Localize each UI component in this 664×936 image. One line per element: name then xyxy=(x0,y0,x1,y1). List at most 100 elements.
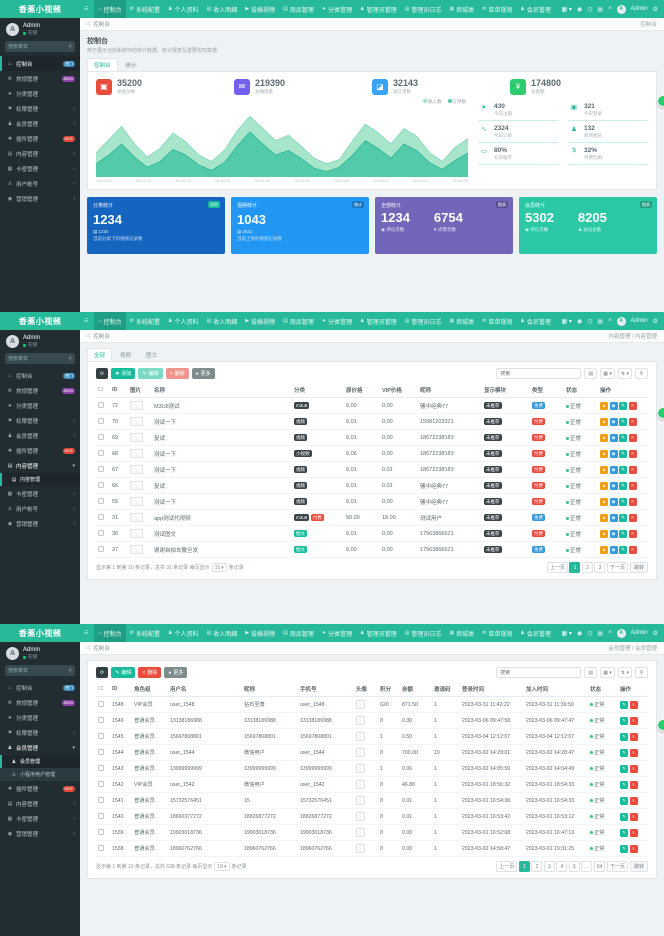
column-header[interactable]: 操作 xyxy=(618,682,648,697)
page-button[interactable]: 上一页 xyxy=(547,562,568,573)
preview-action-button[interactable]: ◉ xyxy=(610,402,618,410)
table-row[interactable]: 1544 普通会员 user_1544 微信用户 user_1544 ◦ 0 7… xyxy=(96,745,648,761)
row-checkbox[interactable] xyxy=(98,482,104,488)
delete-action-button[interactable]: × xyxy=(630,733,638,741)
clock-icon[interactable]: ◷ xyxy=(587,318,592,325)
sidebar-item[interactable]: ▤ 内容管理 ‹ xyxy=(0,146,80,161)
columns-icon[interactable]: ▦ ▾ xyxy=(600,667,615,678)
tab[interactable]: 全部 xyxy=(87,348,112,361)
table-row[interactable]: 69 ◦ 复试 视频 0.01 0.00 18672238183 未推荐 付费 xyxy=(96,430,648,446)
delete-action-button[interactable]: × xyxy=(630,717,638,725)
row-checkbox[interactable] xyxy=(98,765,104,771)
row-checkbox[interactable] xyxy=(98,546,104,552)
column-header[interactable]: ☐ xyxy=(96,682,110,697)
sort-action-button[interactable]: ▲ xyxy=(600,546,608,554)
edit-action-button[interactable]: ✎ xyxy=(620,717,628,725)
sidebar-item[interactable]: ➤ 分类管理 xyxy=(0,86,80,101)
sidebar-item[interactable]: ➤ 分类管理 xyxy=(0,710,80,725)
page-button[interactable]: 上一页 xyxy=(496,861,517,872)
row-checkbox[interactable] xyxy=(98,813,104,819)
nav-tab[interactable]: ▦ 商城类 xyxy=(445,0,478,18)
table-row[interactable]: 72 ◦ M3U8测试 m3u8 0.00 0.00 骚中经典77 未推荐 免费 xyxy=(96,398,648,414)
tab[interactable]: 视频 xyxy=(113,348,138,361)
delete-action-button[interactable]: × xyxy=(629,466,637,474)
avatar-image[interactable]: ◦ xyxy=(356,748,365,757)
sidebar-item[interactable]: ▦ 卡密管理 ‹ xyxy=(0,161,80,176)
delete-action-button[interactable]: × xyxy=(629,434,637,442)
nav-tab[interactable]: ▦ 商城类 xyxy=(445,312,478,330)
per-page-select[interactable]: 10▾ xyxy=(214,862,229,871)
row-checkbox[interactable] xyxy=(98,514,104,520)
column-header[interactable]: 名称 xyxy=(152,383,292,398)
page-button[interactable]: 1 xyxy=(519,861,530,872)
row-checkbox[interactable] xyxy=(98,749,104,755)
preview-action-button[interactable]: ◉ xyxy=(610,530,618,538)
preview-action-button[interactable]: ◉ xyxy=(610,418,618,426)
nav-tab[interactable]: ☰ xyxy=(80,0,94,18)
edit-action-button[interactable]: ✎ xyxy=(619,498,627,506)
page-button[interactable]: 下一页 xyxy=(607,861,628,872)
column-header[interactable]: 显示模块 xyxy=(482,383,530,398)
notifications-icon[interactable]: ◉ xyxy=(577,6,582,13)
tab[interactable]: 统计 xyxy=(119,58,144,71)
nav-tab[interactable]: ♟ 管理员管理 xyxy=(356,0,401,18)
row-checkbox[interactable] xyxy=(98,466,104,472)
columns-icon[interactable]: ▦ ▾ xyxy=(600,368,615,379)
preview-action-button[interactable]: ◉ xyxy=(610,450,618,458)
nav-tab[interactable]: ♟ 个人资料 xyxy=(164,0,203,18)
nav-tab[interactable]: ➤ 分类管理 xyxy=(318,0,356,18)
legend-item[interactable]: 收入数 xyxy=(423,99,442,105)
delete-action-button[interactable]: × xyxy=(629,530,637,538)
column-header[interactable]: 分类 xyxy=(292,383,344,398)
preview-action-button[interactable]: ◉ xyxy=(610,498,618,506)
row-checkbox[interactable] xyxy=(98,845,104,851)
nav-tab[interactable]: ♟ 个人资料 xyxy=(164,312,203,330)
preview-action-button[interactable]: ◉ xyxy=(610,482,618,490)
edit-button[interactable]: ✎编辑 xyxy=(111,667,135,678)
toggle-view-icon[interactable]: ▤ xyxy=(584,667,597,678)
page-button[interactable]: 1 xyxy=(569,562,580,573)
sidebar-item[interactable]: ♟ 会员管理 xyxy=(0,755,80,768)
page-button[interactable]: 下一页 xyxy=(607,562,628,573)
table-row[interactable]: 1543 普通会员 13999999999 13999999999 139999… xyxy=(96,761,648,777)
apps-icon[interactable]: ▦ ▾ xyxy=(562,630,572,637)
column-header[interactable]: 角色组 xyxy=(132,682,168,697)
row-checkbox[interactable] xyxy=(98,701,104,707)
column-header[interactable]: 图片 xyxy=(128,383,152,398)
tab[interactable]: 图文 xyxy=(139,348,164,361)
breadcrumb-left[interactable]: 控制台 xyxy=(93,20,110,28)
row-checkbox[interactable] xyxy=(98,402,104,408)
table-row[interactable]: 70 ◦ 测试一下 视频 0.01 0.00 15081203321 未推荐 付… xyxy=(96,414,648,430)
table-row[interactable]: 1546 普通会员 13138186988 13138186988 131381… xyxy=(96,713,648,729)
sidebar-item[interactable]: ♟ 会员管理 ▾ xyxy=(0,740,80,755)
avatar-image[interactable]: ◦ xyxy=(356,700,365,709)
page-button[interactable]: 5 xyxy=(569,861,580,872)
more-button[interactable]: ●更多 xyxy=(192,368,215,379)
thumbnail-image[interactable]: ◦ xyxy=(130,481,143,490)
sidebar-item[interactable]: ▤ 内容管理 ▾ xyxy=(0,458,80,473)
nav-tab[interactable]: ▶ 投稿视频 xyxy=(241,624,279,642)
sidebar-item[interactable]: ◉ 营销管理 ‹ xyxy=(0,516,80,531)
sidebar-item[interactable]: ⚙ 常规管理 NEW xyxy=(0,383,80,398)
floating-service-button[interactable] xyxy=(657,407,664,419)
sidebar-item[interactable]: ✚ 插件管理 HOT xyxy=(0,781,80,796)
nav-tab[interactable]: ☰ xyxy=(80,624,94,642)
delete-button[interactable]: ×删除 xyxy=(138,667,161,678)
sort-action-button[interactable]: ▲ xyxy=(600,450,608,458)
nav-tab[interactable]: ≣ 菜单规则 xyxy=(478,312,516,330)
export-icon[interactable]: ⇅ ▾ xyxy=(618,368,632,379)
edit-action-button[interactable]: ✎ xyxy=(620,749,628,757)
jump-button[interactable]: 跳转 xyxy=(630,562,648,573)
page-button[interactable]: 2 xyxy=(582,562,593,573)
sidebar-search-input[interactable]: 搜索菜单 ⚲ xyxy=(5,41,75,52)
apps-icon[interactable]: ▦ ▾ xyxy=(562,318,572,325)
column-header[interactable]: 原价格 xyxy=(344,383,380,398)
column-header[interactable]: 头像 xyxy=(354,682,378,697)
search-button-icon[interactable]: ⚲ xyxy=(635,368,648,379)
delete-action-button[interactable]: × xyxy=(630,829,638,837)
edit-action-button[interactable]: ✎ xyxy=(620,733,628,741)
nav-tab[interactable]: ▤ 收入明细 xyxy=(203,312,242,330)
avatar-image[interactable]: ◦ xyxy=(356,828,365,837)
sidebar-search-input[interactable]: 搜索菜单 ⚲ xyxy=(5,353,75,364)
nav-tab[interactable]: ♟ 会员管理 xyxy=(516,624,555,642)
